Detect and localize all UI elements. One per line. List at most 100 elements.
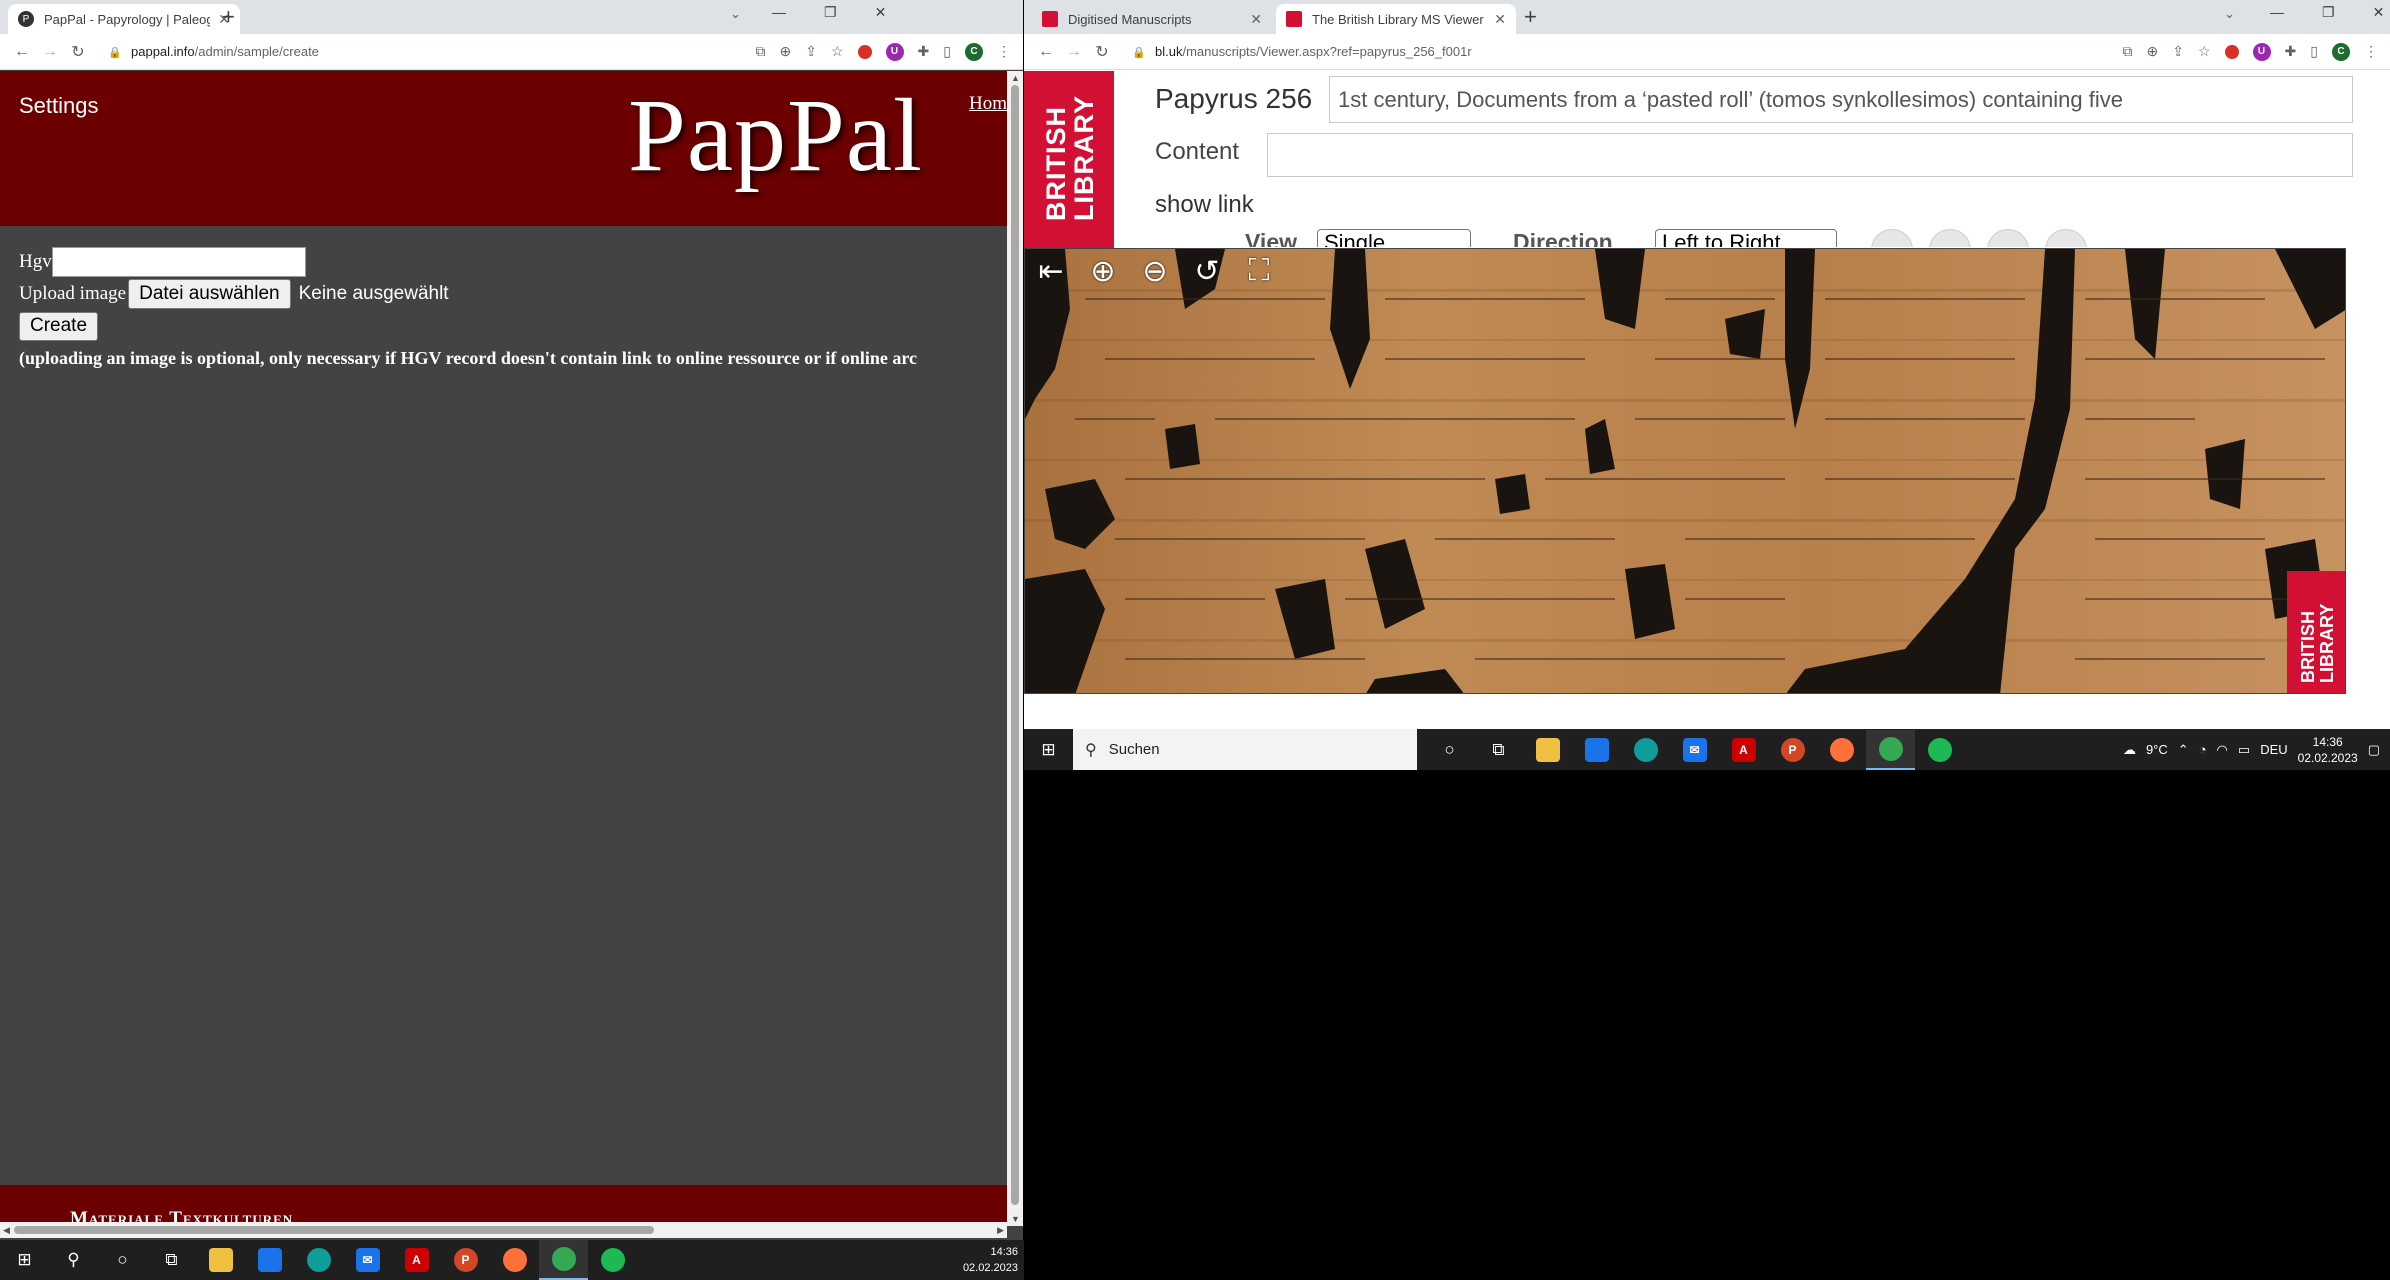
back-to-list-icon[interactable]: ⇤: [1029, 249, 1073, 293]
view-select[interactable]: Single: [1317, 229, 1471, 247]
menu-kebab-icon[interactable]: ⋮: [2364, 43, 2378, 60]
wifi-icon[interactable]: ◠: [2217, 742, 2228, 758]
forward-icon[interactable]: →: [1060, 43, 1088, 61]
first-page-button[interactable]: [1871, 229, 1913, 247]
chrome-icon[interactable]: [539, 1240, 588, 1280]
language-indicator[interactable]: DEU: [2260, 742, 2287, 757]
scroll-right-icon[interactable]: ▶: [997, 1225, 1004, 1236]
side-panel-icon[interactable]: ▯: [943, 43, 951, 60]
mail-icon[interactable]: ✉: [343, 1240, 392, 1280]
extensions-puzzle-icon[interactable]: ✚: [918, 43, 930, 60]
task-view-icon[interactable]: ⧉: [1474, 730, 1523, 770]
next-page-button[interactable]: [1987, 229, 2029, 247]
extension-red-icon[interactable]: [2224, 44, 2239, 59]
edge-icon[interactable]: [294, 1240, 343, 1280]
weather-icon[interactable]: ☁: [2123, 742, 2136, 758]
zoom-icon[interactable]: ⊕: [780, 43, 792, 60]
mail-icon[interactable]: ✉: [1670, 730, 1719, 770]
tab-bl-ms-viewer[interactable]: The British Library MS Viewer ✕: [1276, 4, 1516, 34]
start-windows-icon[interactable]: ⊞: [1024, 730, 1073, 770]
restore-icon[interactable]: ❐: [824, 4, 837, 21]
manuscript-description-field[interactable]: 1st century, Documents from a ‘pasted ro…: [1329, 76, 2353, 123]
profile-avatar-icon[interactable]: C: [965, 42, 983, 61]
share-icon[interactable]: ⇪: [2172, 43, 2184, 60]
settings-link[interactable]: Settings: [19, 93, 99, 119]
menu-kebab-icon[interactable]: ⋮: [997, 43, 1011, 60]
rotate-icon[interactable]: ↺: [1185, 249, 1229, 293]
zoom-icon[interactable]: ⊕: [2147, 43, 2159, 60]
network-icon[interactable]: ◔: [2199, 742, 2207, 757]
scroll-up-icon[interactable]: ▲: [1011, 73, 1020, 83]
extension-red-icon[interactable]: [857, 44, 872, 59]
store-icon[interactable]: [1572, 730, 1621, 770]
manuscript-image-viewer[interactable]: ⇤ ⊕ ⊖ ↺ ⛶ BRITISH LIBRARY: [1024, 248, 2346, 694]
fullscreen-icon[interactable]: ⛶: [1237, 249, 1281, 293]
taskbar-clock[interactable]: 14:36 02.02.2023: [2298, 734, 2358, 766]
cortana-icon[interactable]: ○: [1425, 730, 1474, 770]
content-field[interactable]: [1267, 133, 2353, 177]
spotify-icon[interactable]: [1915, 730, 1964, 770]
taskbar-search-box[interactable]: ⚲ Suchen: [1073, 729, 1417, 770]
direction-select[interactable]: Left to Right: [1655, 229, 1837, 247]
address-bar[interactable]: 🔒 bl.uk/manuscripts/Viewer.aspx?ref=papy…: [1132, 44, 2123, 59]
file-explorer-icon[interactable]: [196, 1240, 245, 1280]
close-tab-icon[interactable]: ✕: [1494, 11, 1506, 28]
translate-icon[interactable]: ⧉: [756, 43, 766, 60]
edge-icon[interactable]: [1621, 730, 1670, 770]
firefox-icon[interactable]: [490, 1240, 539, 1280]
battery-icon[interactable]: ▭: [2238, 742, 2250, 758]
new-tab-button[interactable]: +: [1524, 5, 1537, 29]
vertical-scroll-thumb[interactable]: [1011, 85, 1019, 1205]
search-icon[interactable]: ⚲: [49, 1240, 98, 1280]
task-view-icon[interactable]: ⧉: [147, 1240, 196, 1280]
translate-icon[interactable]: ⧉: [2123, 43, 2133, 60]
previous-page-button[interactable]: [1929, 229, 1971, 247]
tab-search-icon[interactable]: ⌄: [730, 6, 741, 22]
powerpoint-icon[interactable]: P: [441, 1240, 490, 1280]
store-icon[interactable]: [245, 1240, 294, 1280]
tab-search-icon[interactable]: ⌄: [2224, 6, 2235, 22]
last-page-button[interactable]: [2045, 229, 2087, 247]
address-bar[interactable]: 🔒 pappal.info/admin/sample/create: [108, 44, 756, 59]
close-window-icon[interactable]: ✕: [875, 4, 887, 21]
new-tab-button[interactable]: +: [222, 5, 235, 29]
bookmark-star-icon[interactable]: ☆: [2198, 43, 2211, 60]
restore-icon[interactable]: ❐: [2322, 4, 2335, 21]
notifications-icon[interactable]: ▢: [2368, 742, 2380, 758]
spotify-icon[interactable]: [588, 1240, 637, 1280]
extensions-puzzle-icon[interactable]: ✚: [2285, 43, 2297, 60]
choose-file-button[interactable]: Datei auswählen: [128, 279, 291, 309]
forward-icon[interactable]: →: [36, 43, 64, 61]
show-link[interactable]: show link: [1155, 191, 1254, 219]
powerpoint-icon[interactable]: P: [1768, 730, 1817, 770]
zoom-in-icon[interactable]: ⊕: [1081, 249, 1125, 293]
hgv-input[interactable]: [51, 247, 306, 277]
taskbar-clock[interactable]: 14:36 02.02.2023: [963, 1244, 1018, 1276]
zoom-out-icon[interactable]: ⊖: [1133, 249, 1177, 293]
horizontal-scroll-thumb[interactable]: [14, 1226, 654, 1234]
bookmark-star-icon[interactable]: ☆: [831, 43, 844, 60]
profile-avatar-icon[interactable]: C: [2332, 42, 2350, 61]
close-tab-icon[interactable]: ✕: [1250, 11, 1262, 28]
scroll-left-icon[interactable]: ◀: [3, 1225, 10, 1236]
tab-pappal[interactable]: P PapPal - Papyrology | Paleograph ✕: [8, 4, 240, 34]
acrobat-icon[interactable]: A: [392, 1240, 441, 1280]
back-icon[interactable]: ←: [8, 43, 36, 61]
british-library-logo[interactable]: BRITISH LIBRARY: [1024, 71, 1114, 248]
share-icon[interactable]: ⇪: [805, 43, 817, 60]
vertical-scrollbar[interactable]: ▲ ▼: [1007, 71, 1023, 1226]
firefox-icon[interactable]: [1817, 730, 1866, 770]
horizontal-scrollbar[interactable]: ◀ ▶: [0, 1222, 1007, 1238]
tab-digitised-manuscripts[interactable]: Digitised Manuscripts ✕: [1032, 4, 1272, 34]
acrobat-icon[interactable]: A: [1719, 730, 1768, 770]
extension-purple-icon[interactable]: U: [2252, 42, 2271, 61]
back-icon[interactable]: ←: [1032, 43, 1060, 61]
reload-icon[interactable]: ↻: [1088, 42, 1116, 62]
minimize-icon[interactable]: —: [2270, 4, 2284, 21]
side-panel-icon[interactable]: ▯: [2310, 43, 2318, 60]
extension-purple-icon[interactable]: U: [885, 42, 904, 61]
create-button[interactable]: Create: [19, 311, 99, 341]
close-window-icon[interactable]: ✕: [2373, 4, 2385, 21]
weather-temp[interactable]: 9°C: [2146, 742, 2168, 757]
scroll-down-icon[interactable]: ▼: [1011, 1214, 1020, 1224]
